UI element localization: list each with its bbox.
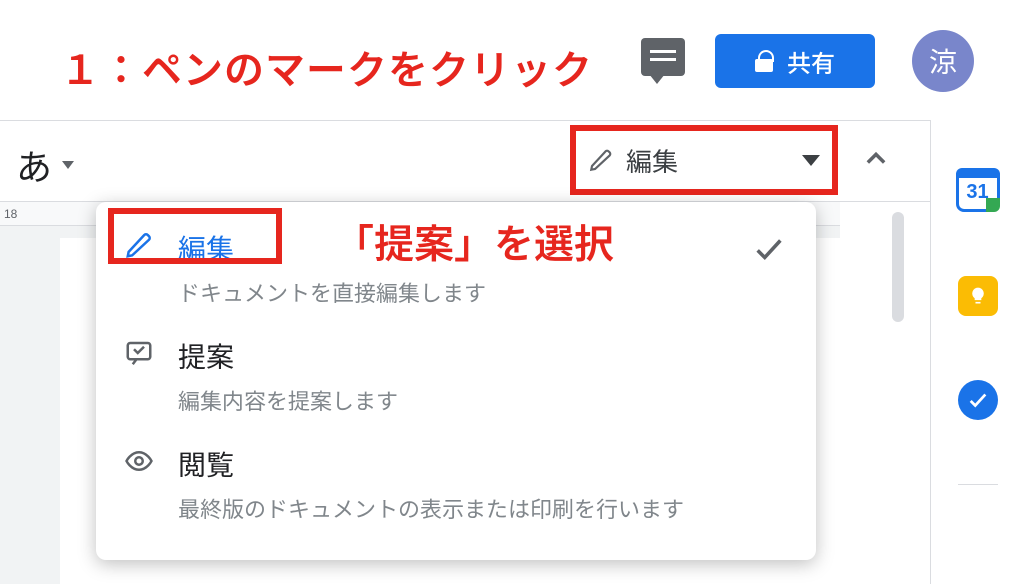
suggest-icon [124,336,158,368]
share-button[interactable]: 共有 [715,34,875,88]
ruler-number: 18 [4,207,17,221]
annotation-step-1: １：ペンのマークをクリック [60,38,593,96]
mode-option-title: 閲覧 [178,444,732,484]
mode-option-view[interactable]: 閲覧 最終版のドキュメントの表示または印刷を行います [96,430,816,538]
annotation-highlight-mode-selector: 編集 [570,125,838,195]
mode-selector-label: 編集 [626,142,678,179]
mode-option-desc: 最終版のドキュメントの表示または印刷を行います [178,492,732,524]
mode-option-desc: ドキュメントを直接編集します [178,276,732,308]
mode-selector[interactable]: 編集 [576,131,832,189]
pencil-icon [588,147,614,173]
avatar-letter: 涼 [929,41,957,81]
collapse-toolbar-button[interactable] [862,145,890,173]
side-panel-divider [958,484,998,485]
mode-dropdown: 編集 ドキュメントを直接編集します 提案 編集内容を提案します [96,202,816,560]
pencil-icon [124,228,158,260]
header-bar: １：ペンのマークをクリック 共有 涼 [0,0,1024,120]
scrollbar[interactable] [889,212,907,562]
calendar-day: 31 [966,181,988,204]
keep-icon[interactable] [958,276,998,316]
scrollbar-thumb[interactable] [892,212,904,322]
mode-option-suggest[interactable]: 提案 編集内容を提案します [96,322,816,430]
check-icon [752,228,788,266]
avatar[interactable]: 涼 [912,30,974,92]
tasks-icon[interactable] [958,380,998,420]
mode-option-desc: 編集内容を提案します [178,384,732,416]
chevron-down-icon [62,161,74,169]
side-panel: 31 [930,120,1024,584]
ime-indicator[interactable]: あ [16,139,74,191]
mode-option-title: 提案 [178,336,732,376]
calendar-icon[interactable]: 31 [956,168,1000,212]
mode-option-title: 編集 [178,228,732,268]
comment-icon[interactable] [641,38,685,76]
share-button-label: 共有 [787,44,835,79]
mode-option-edit[interactable]: 編集 ドキュメントを直接編集します [96,214,816,322]
ime-letter: あ [16,139,52,191]
lock-icon [755,50,773,72]
chevron-down-icon [802,155,820,166]
eye-icon [124,444,158,476]
